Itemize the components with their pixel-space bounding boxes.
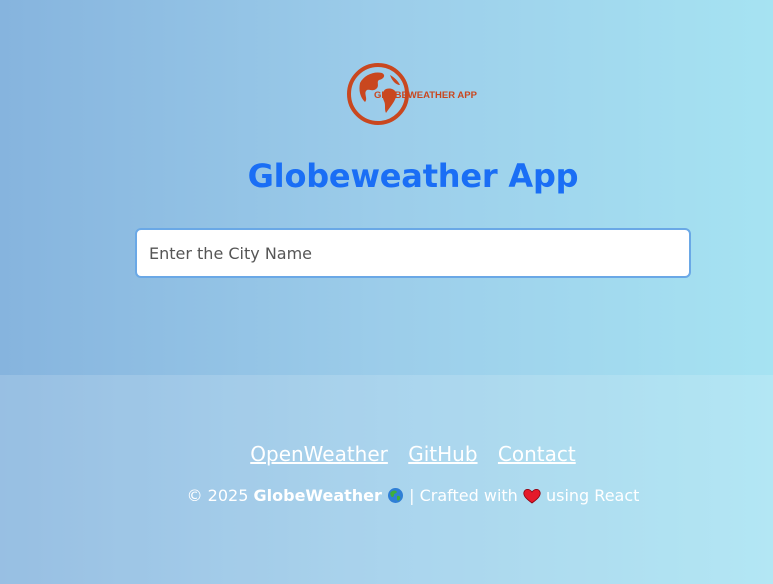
main-section: GLOBEWEATHER APP Globeweather App: [0, 0, 773, 375]
copyright: © 2025 GlobeWeather | Crafted with using…: [0, 485, 773, 510]
brand-name: GlobeWeather: [253, 486, 382, 505]
heart-icon: [523, 488, 541, 510]
github-link[interactable]: GitHub: [408, 442, 477, 466]
page-title: Globeweather App: [247, 157, 579, 195]
openweather-link[interactable]: OpenWeather: [250, 442, 388, 466]
globe-icon: [387, 487, 404, 510]
footer: OpenWeather GitHub Contact © 2025 GlobeW…: [0, 375, 773, 584]
city-search-input[interactable]: [135, 228, 691, 278]
logo-text: GLOBEWEATHER APP: [374, 90, 478, 101]
footer-links: OpenWeather GitHub Contact: [0, 441, 773, 467]
copyright-prefix: © 2025: [186, 486, 249, 505]
contact-link[interactable]: Contact: [498, 442, 576, 466]
app-logo: GLOBEWEATHER APP: [346, 61, 506, 127]
crafted-text: | Crafted with: [409, 486, 518, 505]
using-text: using React: [545, 486, 640, 505]
